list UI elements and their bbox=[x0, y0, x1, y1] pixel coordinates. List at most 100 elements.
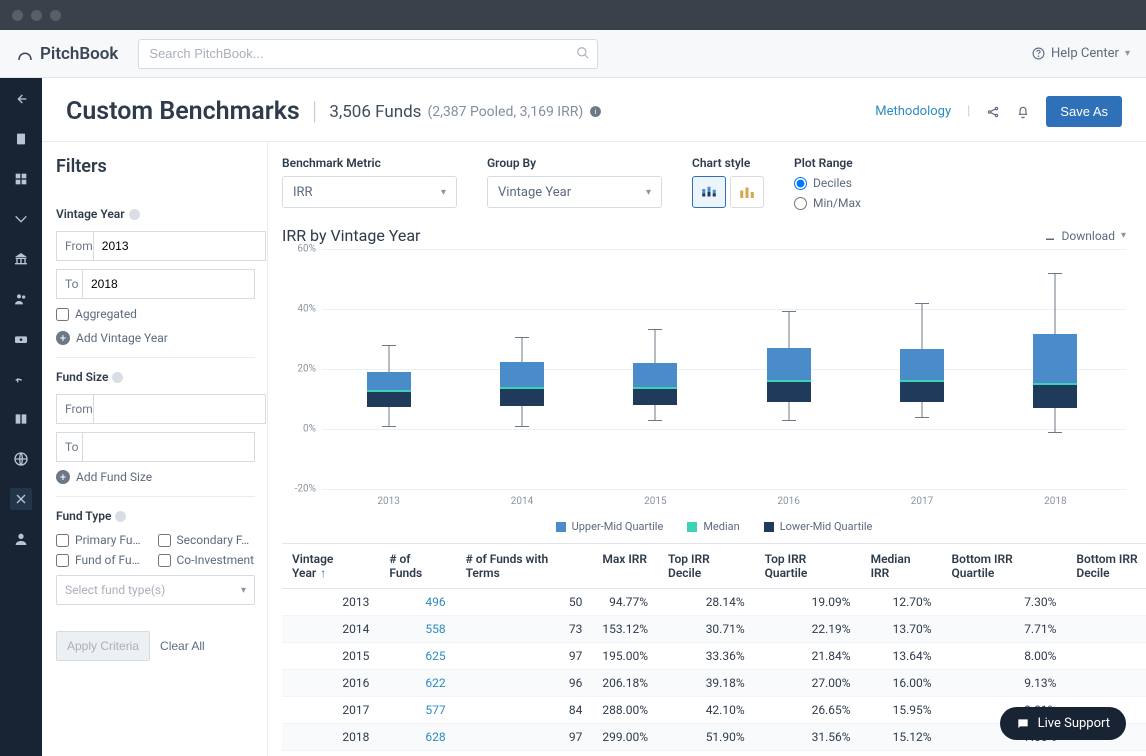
table-cell: 9.13% bbox=[942, 670, 1067, 697]
table-cell: 97 bbox=[456, 724, 593, 751]
table-header[interactable]: Median IRR bbox=[861, 544, 942, 589]
help-center-link[interactable]: Help Center ▾ bbox=[1032, 46, 1130, 61]
download-button[interactable]: Download ▾ bbox=[1044, 229, 1126, 243]
save-as-button[interactable]: Save As bbox=[1046, 96, 1122, 127]
fundtype-secondary[interactable]: Secondary F… bbox=[158, 533, 256, 547]
clear-all-button[interactable]: Clear All bbox=[160, 631, 205, 661]
from-label: From bbox=[56, 231, 93, 261]
info-icon[interactable] bbox=[112, 372, 123, 383]
share-icon[interactable] bbox=[986, 105, 1000, 119]
fundsize-from-input[interactable] bbox=[93, 394, 266, 424]
filters-title: Filters bbox=[56, 156, 255, 177]
apply-criteria-button[interactable]: Apply Criteria bbox=[56, 631, 150, 661]
fundtype-coinvest[interactable]: Co-Investment bbox=[158, 553, 256, 567]
vintage-from-input[interactable] bbox=[93, 231, 266, 261]
table-header[interactable]: Max IRR bbox=[592, 544, 658, 589]
fundtype-primary[interactable]: Primary Fu… bbox=[56, 533, 154, 547]
table-cell: 12.70% bbox=[861, 589, 942, 616]
add-vintage-button[interactable]: +Add Vintage Year bbox=[56, 331, 255, 345]
table-cell[interactable]: 622 bbox=[379, 670, 455, 697]
info-icon[interactable] bbox=[115, 511, 126, 522]
fund-detail: (2,387 Pooled, 3,169 IRR) bbox=[427, 104, 583, 120]
group-dropdown[interactable]: Vintage Year▾ bbox=[487, 176, 662, 208]
table-header[interactable]: Bottom IRR Quartile bbox=[942, 544, 1067, 589]
download-icon bbox=[1044, 230, 1056, 242]
info-icon[interactable] bbox=[129, 209, 140, 220]
rail-deals[interactable] bbox=[10, 208, 32, 230]
chevron-down-icon: ▾ bbox=[1125, 48, 1130, 59]
search-input[interactable] bbox=[138, 39, 598, 69]
bell-icon[interactable] bbox=[1016, 105, 1030, 119]
from-label: From bbox=[56, 394, 93, 424]
filter-fund-size: Fund Size From To +Add Fund Size bbox=[56, 357, 255, 496]
table-cell: 94.77% bbox=[592, 589, 658, 616]
plus-icon: + bbox=[56, 331, 70, 345]
fundsize-to-input[interactable] bbox=[82, 432, 255, 462]
vintage-label: Vintage Year bbox=[56, 207, 125, 221]
table-row: 201562597195.00%33.36%21.84%13.64%8.00%3 bbox=[282, 643, 1146, 670]
rail-library[interactable] bbox=[10, 408, 32, 430]
search-icon[interactable] bbox=[576, 46, 590, 64]
table-cell: 2015 bbox=[282, 643, 379, 670]
table-cell[interactable]: 628 bbox=[379, 724, 455, 751]
traffic-light-min[interactable] bbox=[31, 10, 42, 21]
y-tick: 20% bbox=[282, 364, 316, 375]
methodology-link[interactable]: Methodology bbox=[875, 104, 951, 119]
brand-text: PitchBook bbox=[40, 44, 118, 64]
table-cell: 206.18% bbox=[592, 670, 658, 697]
deciles-radio[interactable]: Deciles bbox=[794, 176, 861, 190]
aggregated-checkbox[interactable]: Aggregated bbox=[56, 307, 255, 321]
chart-controls: Benchmark Metric IRR▾ Group By Vintage Y… bbox=[282, 156, 1146, 210]
left-nav-rail bbox=[0, 78, 42, 756]
vintage-to-input[interactable] bbox=[82, 269, 255, 299]
traffic-light-close[interactable] bbox=[12, 10, 23, 21]
add-fundsize-button[interactable]: +Add Fund Size bbox=[56, 470, 255, 484]
rail-institutions[interactable] bbox=[10, 248, 32, 270]
rail-lp[interactable] bbox=[10, 368, 32, 390]
brand-logo[interactable]: PitchBook bbox=[16, 44, 118, 64]
rail-tools[interactable] bbox=[10, 488, 32, 510]
table-cell[interactable]: 625 bbox=[379, 643, 455, 670]
table-cell: 13.70% bbox=[861, 616, 942, 643]
table-header[interactable]: Top IRR Quartile bbox=[755, 544, 861, 589]
info-icon[interactable]: i bbox=[589, 105, 602, 118]
range-label: Plot Range bbox=[794, 156, 861, 170]
table-cell: 7.30% bbox=[942, 589, 1067, 616]
table-cell: 22.19% bbox=[755, 616, 861, 643]
table-cell: 42.10% bbox=[658, 697, 755, 724]
rail-people[interactable] bbox=[10, 288, 32, 310]
table-header[interactable]: Vintage Year↑ bbox=[282, 544, 379, 589]
table-cell: 2016 bbox=[282, 670, 379, 697]
rail-funds[interactable] bbox=[10, 328, 32, 350]
style-bar[interactable] bbox=[730, 176, 764, 208]
minmax-radio[interactable]: Min/Max bbox=[794, 196, 861, 210]
table-header[interactable]: # of Funds with Terms bbox=[456, 544, 593, 589]
metric-label: Benchmark Metric bbox=[282, 156, 457, 170]
table-header[interactable]: Top IRR Decile bbox=[658, 544, 755, 589]
fundtype-fof[interactable]: Fund of Fu… bbox=[56, 553, 154, 567]
table-cell[interactable]: 577 bbox=[379, 697, 455, 724]
table-cell: 2017 bbox=[282, 697, 379, 724]
fund-size-label: Fund Size bbox=[56, 370, 108, 384]
live-support-button[interactable]: Live Support bbox=[1000, 707, 1126, 740]
fundtype-select[interactable]: Select fund type(s)▾ bbox=[56, 575, 255, 605]
rail-collapse[interactable] bbox=[10, 88, 32, 110]
table-cell: 39.18% bbox=[658, 670, 755, 697]
table-header[interactable]: # of Funds bbox=[379, 544, 455, 589]
style-boxplot[interactable] bbox=[692, 176, 726, 208]
rail-account[interactable] bbox=[10, 528, 32, 550]
table-cell[interactable]: 558 bbox=[379, 616, 455, 643]
style-label: Chart style bbox=[692, 156, 764, 170]
table-header[interactable]: Bottom IRR Decile bbox=[1066, 544, 1146, 589]
table-cell: 2013 bbox=[282, 589, 379, 616]
rail-companies[interactable] bbox=[10, 128, 32, 150]
traffic-light-max[interactable] bbox=[50, 10, 61, 21]
table-cell: 73 bbox=[456, 616, 593, 643]
table-cell: 299.00% bbox=[592, 724, 658, 751]
plus-icon: + bbox=[56, 470, 70, 484]
rail-dashboard[interactable] bbox=[10, 168, 32, 190]
table-cell: 97 bbox=[456, 643, 593, 670]
metric-dropdown[interactable]: IRR▾ bbox=[282, 176, 457, 208]
rail-globe[interactable] bbox=[10, 448, 32, 470]
table-cell[interactable]: 496 bbox=[379, 589, 455, 616]
